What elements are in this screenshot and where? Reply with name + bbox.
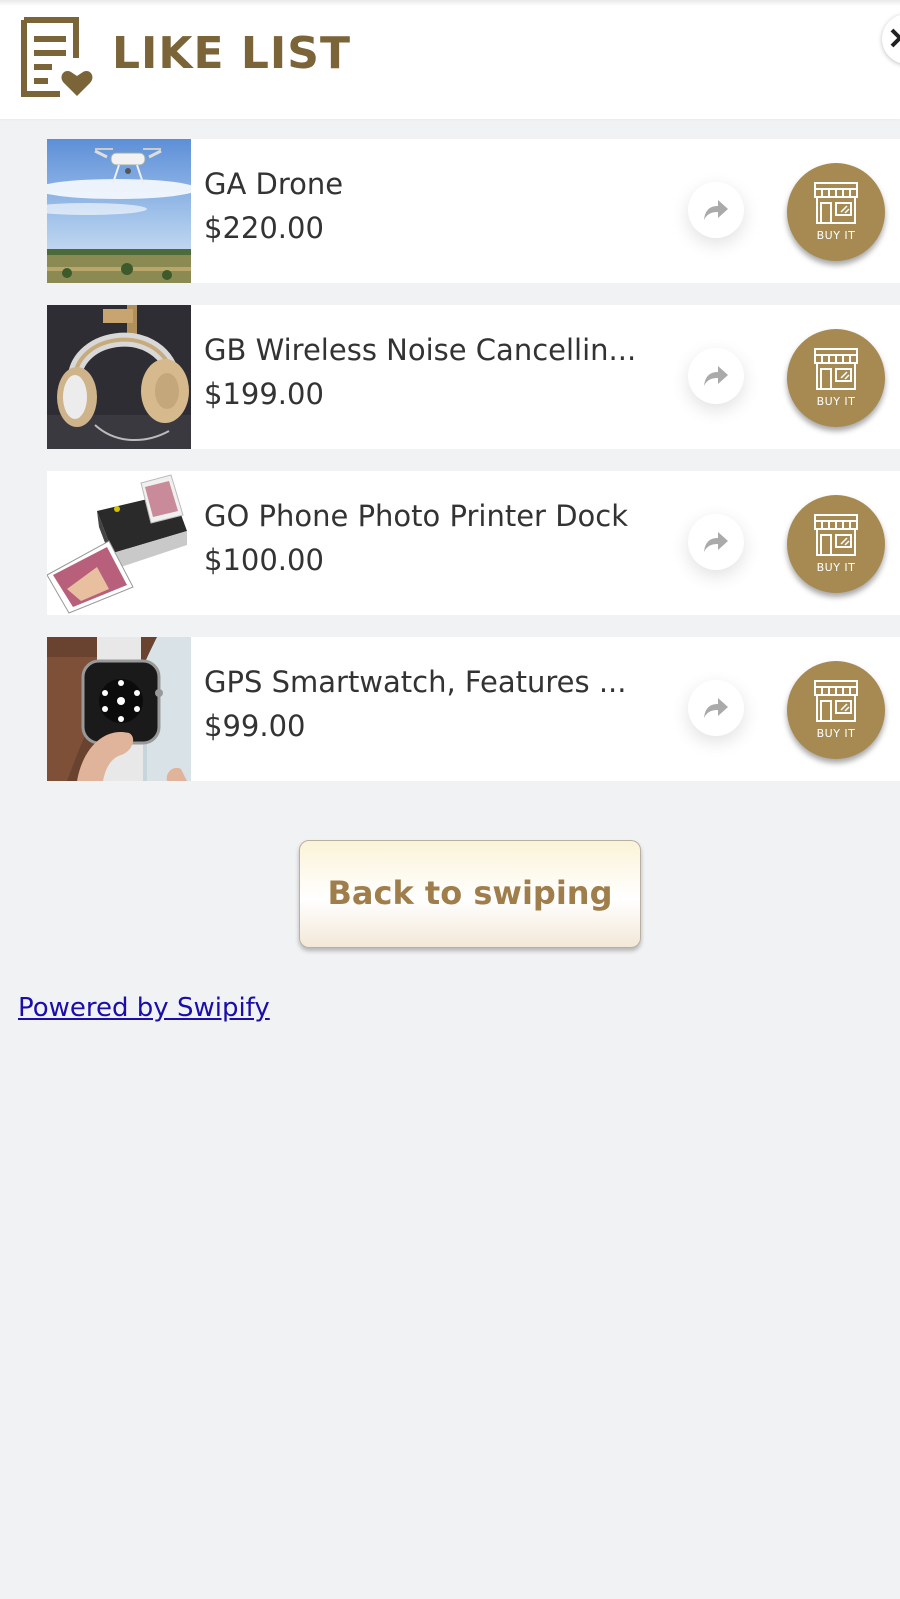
- share-arrow-icon: [704, 698, 728, 718]
- storefront-icon: [814, 514, 858, 556]
- share-arrow-icon: [704, 200, 728, 220]
- item-price: $100.00: [204, 543, 324, 577]
- share-button[interactable]: [688, 680, 744, 736]
- buy-it-button[interactable]: BUY IT: [787, 163, 885, 261]
- item-name: GPS Smartwatch, Features ...: [204, 665, 627, 699]
- share-button[interactable]: [688, 348, 744, 404]
- item-name: GO Phone Photo Printer Dock: [204, 499, 629, 533]
- item-name: GA Drone: [204, 167, 344, 201]
- smartwatch-photo[interactable]: [47, 637, 191, 781]
- storefront-icon: [814, 182, 858, 224]
- list-item[interactable]: GPS Smartwatch, Features ... $99.00 BUY …: [47, 637, 900, 781]
- close-icon: [890, 28, 900, 48]
- share-arrow-icon: [704, 366, 728, 386]
- header-shadow: [0, 0, 900, 6]
- close-button[interactable]: [882, 14, 900, 64]
- headphones-photo[interactable]: [47, 305, 191, 449]
- photo-printer-photo[interactable]: [47, 471, 191, 615]
- buy-it-label: BUY IT: [816, 561, 856, 574]
- list-item[interactable]: GA Drone $220.00 BUY IT: [47, 139, 900, 283]
- page-title: LIKE LIST: [112, 28, 351, 79]
- buy-it-button[interactable]: BUY IT: [787, 495, 885, 593]
- drone-photo[interactable]: [47, 139, 191, 283]
- header: LIKE LIST: [0, 0, 900, 119]
- buy-it-label: BUY IT: [816, 395, 856, 408]
- storefront-icon: [814, 680, 858, 722]
- back-to-swiping-label: Back to swiping: [327, 874, 613, 912]
- share-button[interactable]: [688, 514, 744, 570]
- buy-it-label: BUY IT: [816, 727, 856, 740]
- list-item[interactable]: GO Phone Photo Printer Dock $100.00 BUY …: [47, 471, 900, 615]
- item-price: $220.00: [204, 211, 324, 245]
- item-price: $99.00: [204, 709, 306, 743]
- buy-it-button[interactable]: BUY IT: [787, 329, 885, 427]
- share-button[interactable]: [688, 182, 744, 238]
- storefront-icon: [814, 348, 858, 390]
- buy-it-button[interactable]: BUY IT: [787, 661, 885, 759]
- share-arrow-icon: [704, 532, 728, 552]
- buy-it-label: BUY IT: [816, 229, 856, 242]
- powered-by-link[interactable]: Powered by Swipify: [18, 990, 270, 1026]
- back-to-swiping-button[interactable]: Back to swiping: [299, 840, 641, 948]
- list-heart-icon: [20, 16, 96, 98]
- item-price: $199.00: [204, 377, 324, 411]
- list-item[interactable]: GB Wireless Noise Cancellin... $199.00 B…: [47, 305, 900, 449]
- item-name: GB Wireless Noise Cancellin...: [204, 333, 637, 367]
